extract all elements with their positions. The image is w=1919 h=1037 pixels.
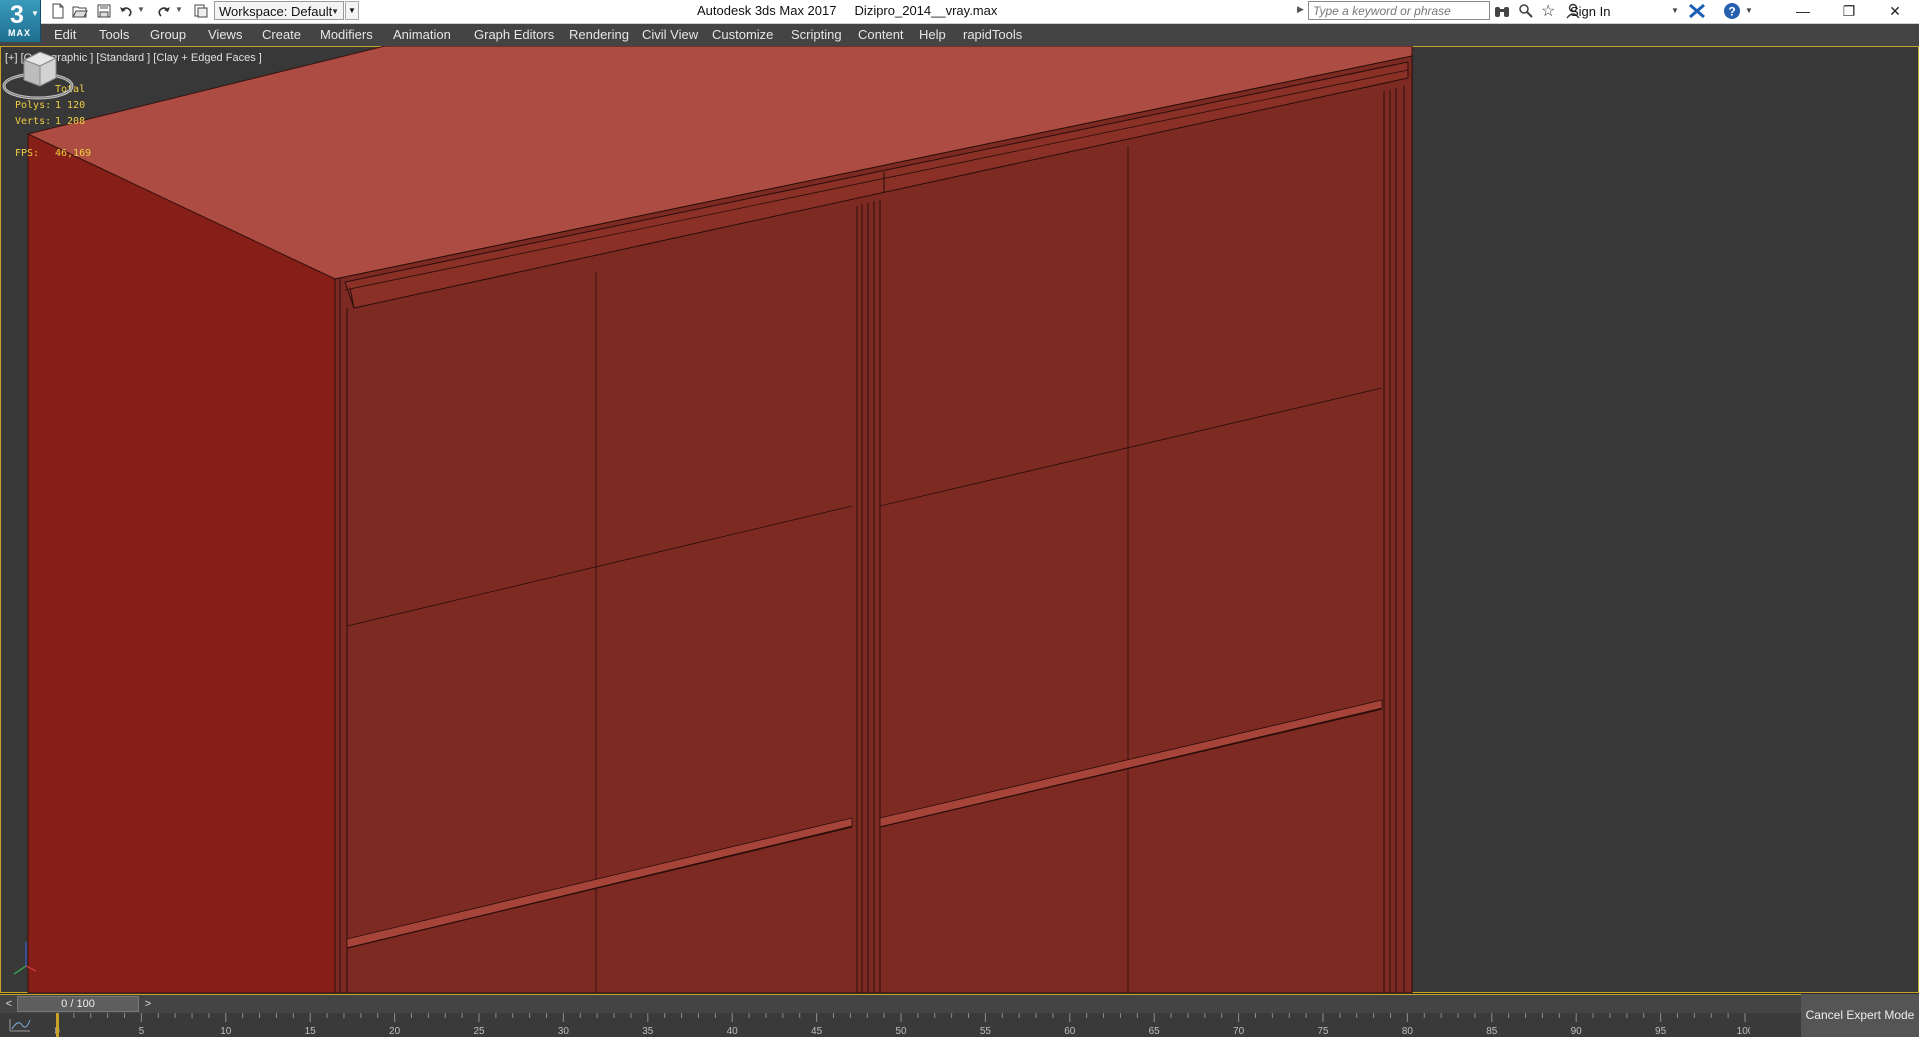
app-logo-number: 3 — [10, 1, 24, 29]
timeline-tick-label: 75 — [1317, 1026, 1329, 1037]
new-file-icon[interactable] — [50, 3, 66, 19]
favorites-star-icon[interactable]: ☆ — [1541, 1, 1555, 21]
sign-in-dropdown-icon[interactable]: ▼ — [1671, 6, 1679, 15]
timeline-tick-label: 5 — [139, 1026, 145, 1037]
menu-civil-view[interactable]: Civil View — [642, 27, 698, 42]
viewport-scene — [0, 46, 1919, 993]
timeline-tick-label: 55 — [980, 1026, 992, 1037]
timeline-tick-label: 30 — [558, 1026, 570, 1037]
time-slider-bar: < 0 / 100 > — [0, 994, 1919, 1014]
viewport-orthographic[interactable]: [+] [Orthographic ] [Standard ] [Clay + … — [0, 46, 1919, 993]
chevron-down-icon: ▼ — [331, 7, 339, 16]
menu-scripting[interactable]: Scripting — [791, 27, 842, 42]
timeline-tick-label: 25 — [473, 1026, 485, 1037]
project-folder-icon[interactable] — [193, 3, 209, 19]
verts-value: 1 208 — [55, 116, 86, 127]
menu-views[interactable]: Views — [208, 27, 242, 42]
window-title: Autodesk 3ds Max 2017 Dizipro_2014__vray… — [697, 3, 998, 18]
undo-icon[interactable] — [118, 3, 134, 19]
menu-rendering[interactable]: Rendering — [569, 27, 629, 42]
workspace-selector[interactable]: Workspace: Default ▼ — [214, 1, 344, 20]
help-icon[interactable]: ? — [1723, 2, 1741, 20]
fps-value: 46,169 — [55, 148, 92, 159]
menu-content[interactable]: Content — [858, 27, 904, 42]
timeline-tick-label: 15 — [305, 1026, 317, 1037]
timeline-tick-label: 20 — [389, 1026, 401, 1037]
menu-help[interactable]: Help — [919, 27, 946, 42]
menu-animation[interactable]: Animation — [393, 27, 451, 42]
undo-dropdown-icon[interactable]: ▼ — [137, 5, 145, 14]
track-bar[interactable]: 0510152025303540455055606570758085909510… — [0, 1013, 1919, 1037]
redo-dropdown-icon[interactable]: ▼ — [175, 5, 183, 14]
cancel-expert-mode-button[interactable]: Cancel Expert Mode — [1801, 994, 1919, 1037]
menu-bar: Edit Tools Group Views Create Modifiers … — [0, 24, 1919, 46]
menu-rapidtools[interactable]: rapidTools — [963, 27, 1022, 42]
minimize-button[interactable]: — — [1780, 0, 1826, 23]
sign-in-button[interactable]: Sign In — [1570, 4, 1610, 19]
time-slider[interactable]: 0 / 100 — [17, 996, 139, 1012]
timeline-tick-label: 35 — [642, 1026, 654, 1037]
search-input[interactable]: Type a keyword or phrase — [1308, 1, 1490, 20]
customize-toolbar-dropdown[interactable]: ▼ — [345, 1, 359, 20]
autodesk-exchange-icon[interactable] — [1688, 3, 1706, 19]
menu-customize[interactable]: Customize — [712, 27, 773, 42]
timeline-tick-label: 65 — [1149, 1026, 1161, 1037]
timeline-ruler[interactable]: 0510152025303540455055606570758085909510… — [55, 1013, 1750, 1037]
timeline-tick-label: 50 — [895, 1026, 907, 1037]
timeline-tick-label: 60 — [1064, 1026, 1076, 1037]
timeline-tick-label: 45 — [811, 1026, 823, 1037]
menu-modifiers[interactable]: Modifiers — [320, 27, 373, 42]
menu-create[interactable]: Create — [262, 27, 301, 42]
open-file-icon[interactable] — [72, 3, 88, 19]
cabinet-left-face — [27, 133, 336, 993]
binoculars-icon[interactable] — [1494, 3, 1510, 19]
application-menu-button[interactable]: 3 MAX ▼ — [0, 0, 41, 42]
restore-button[interactable]: ❐ — [1826, 0, 1872, 23]
timeline-tick-label: 85 — [1486, 1026, 1498, 1037]
viewcube-icon[interactable] — [0, 46, 76, 102]
svg-text:?: ? — [1728, 5, 1735, 19]
menu-tools[interactable]: Tools — [99, 27, 129, 42]
fps-label: FPS: — [15, 148, 40, 159]
menu-edit[interactable]: Edit — [54, 27, 76, 42]
redo-icon[interactable] — [156, 3, 172, 19]
title-bar: 3 MAX ▼ ▼ ▼ Workspace: Default ▼ ▼ Autod… — [0, 0, 1919, 42]
timeline-tick-label: 100 — [1737, 1026, 1750, 1037]
mini-curve-editor-icon[interactable] — [8, 1017, 32, 1033]
search-expand-icon[interactable]: ▶ — [1297, 4, 1304, 15]
timeline-tick-label: 70 — [1233, 1026, 1245, 1037]
app-logo-text: MAX — [8, 28, 31, 38]
timeline-tick-label: 80 — [1402, 1026, 1414, 1037]
axis-y — [13, 965, 27, 975]
workspace-label: Workspace: Default — [219, 4, 333, 19]
help-dropdown-icon[interactable]: ▼ — [1745, 6, 1753, 15]
timeline-tick-label: 90 — [1571, 1026, 1583, 1037]
menu-graph-editors[interactable]: Graph Editors — [474, 27, 554, 42]
verts-label: Verts: — [15, 116, 52, 127]
current-frame-marker — [56, 1013, 59, 1037]
close-button[interactable]: ✕ — [1872, 0, 1918, 23]
chevron-down-icon: ▼ — [31, 9, 39, 18]
timeline-tick-label: 95 — [1655, 1026, 1667, 1037]
next-frame-button[interactable]: > — [141, 997, 155, 1011]
timeline-tick-label: 40 — [727, 1026, 739, 1037]
timeline-tick-label: 10 — [220, 1026, 232, 1037]
menu-group[interactable]: Group — [150, 27, 186, 42]
save-icon[interactable] — [96, 3, 112, 19]
previous-frame-button[interactable]: < — [2, 997, 16, 1011]
search-settings-icon[interactable] — [1518, 3, 1534, 19]
